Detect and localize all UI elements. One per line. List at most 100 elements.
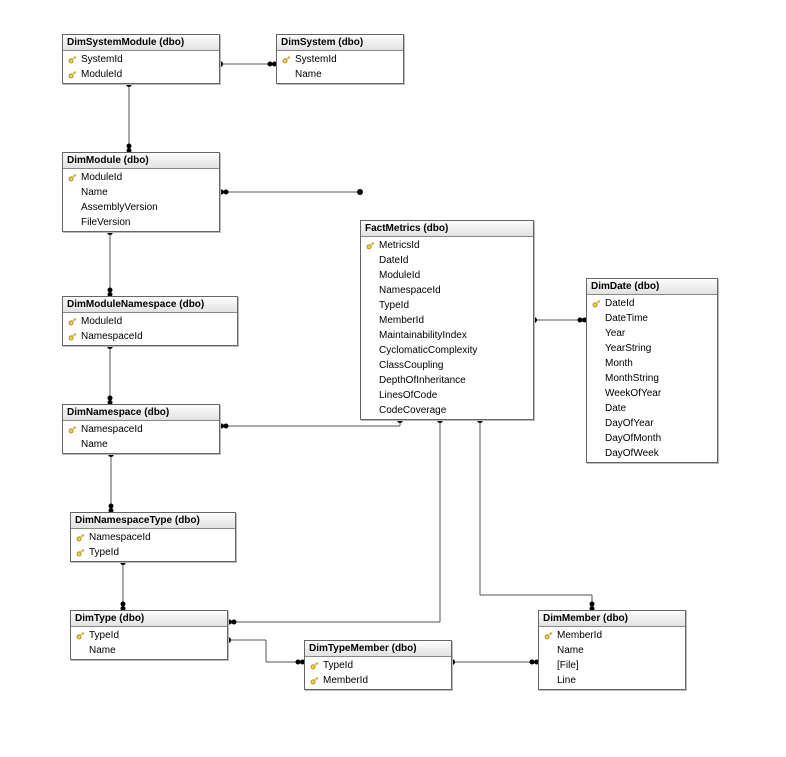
column-name: CyclomaticComplexity bbox=[377, 344, 477, 357]
table-body: MetricsIdDateIdModuleIdNamespaceIdTypeId… bbox=[361, 237, 533, 419]
table-column-row[interactable]: CodeCoverage bbox=[361, 403, 533, 418]
relationship-connector bbox=[120, 559, 126, 611]
column-name: DepthOfInheritance bbox=[377, 374, 466, 387]
table-column-row[interactable]: DayOfMonth bbox=[587, 431, 717, 446]
column-name: Date bbox=[603, 402, 626, 415]
key-icon-empty bbox=[589, 403, 603, 415]
table-header[interactable]: DimModule (dbo) bbox=[63, 153, 219, 169]
column-name: DayOfYear bbox=[603, 417, 654, 430]
relationship-connector bbox=[107, 229, 113, 297]
key-icon bbox=[541, 630, 555, 642]
table-column-row[interactable]: Name bbox=[71, 643, 227, 658]
table-column-row[interactable]: YearString bbox=[587, 341, 717, 356]
table-column-row[interactable]: ModuleId bbox=[361, 268, 533, 283]
table-column-row[interactable]: ModuleId bbox=[63, 170, 219, 185]
table-dimModule[interactable]: DimModule (dbo) ModuleIdNameAssemblyVersi… bbox=[62, 152, 220, 232]
table-column-row[interactable]: FileVersion bbox=[63, 215, 219, 230]
table-column-row[interactable]: NamespaceId bbox=[71, 530, 235, 545]
column-name: YearString bbox=[603, 342, 651, 355]
table-column-row[interactable]: SystemId bbox=[277, 52, 403, 67]
table-column-row[interactable]: DateId bbox=[587, 296, 717, 311]
table-column-row[interactable]: MonthString bbox=[587, 371, 717, 386]
table-column-row[interactable]: NamespaceId bbox=[361, 283, 533, 298]
column-name: MemberId bbox=[321, 674, 368, 687]
table-header[interactable]: DimTypeMember (dbo) bbox=[305, 641, 451, 657]
table-dimTypeMember[interactable]: DimTypeMember (dbo)TypeIdMemberId bbox=[304, 640, 452, 690]
key-icon-empty bbox=[363, 345, 377, 357]
table-column-row[interactable]: MaintainabilityIndex bbox=[361, 328, 533, 343]
table-header[interactable]: DimMember (dbo) bbox=[539, 611, 685, 627]
relationship-connector bbox=[477, 417, 595, 611]
relationship-connector bbox=[126, 81, 132, 153]
table-header[interactable]: DimDate (dbo) bbox=[587, 279, 717, 295]
table-column-row[interactable]: DepthOfInheritance bbox=[361, 373, 533, 388]
table-body: TypeIdName bbox=[71, 627, 227, 659]
table-column-row[interactable]: TypeId bbox=[71, 545, 235, 560]
table-column-row[interactable]: ModuleId bbox=[63, 67, 219, 82]
table-column-row[interactable]: SystemId bbox=[63, 52, 219, 67]
table-column-row[interactable]: DateId bbox=[361, 253, 533, 268]
table-column-row[interactable]: TypeId bbox=[361, 298, 533, 313]
key-icon-empty bbox=[279, 69, 293, 81]
table-dimNamespace[interactable]: DimNamespace (dbo)NamespaceIdName bbox=[62, 404, 220, 454]
table-column-row[interactable]: CyclomaticComplexity bbox=[361, 343, 533, 358]
table-column-row[interactable]: NamespaceId bbox=[63, 422, 219, 437]
table-column-row[interactable]: Date bbox=[587, 401, 717, 416]
column-name: ModuleId bbox=[79, 171, 122, 184]
table-header[interactable]: DimSystemModule (dbo) bbox=[63, 35, 219, 51]
table-header[interactable]: FactMetrics (dbo) bbox=[361, 221, 533, 237]
key-icon-empty bbox=[363, 330, 377, 342]
table-column-row[interactable]: DayOfWeek bbox=[587, 446, 717, 461]
table-column-row[interactable]: DayOfYear bbox=[587, 416, 717, 431]
table-header[interactable]: DimNamespace (dbo) bbox=[63, 405, 219, 421]
key-icon-empty bbox=[589, 373, 603, 385]
table-column-row[interactable]: NamespaceId bbox=[63, 329, 237, 344]
table-column-row[interactable]: Name bbox=[539, 643, 685, 658]
table-column-row[interactable]: [File] bbox=[539, 658, 685, 673]
table-column-row[interactable]: Month bbox=[587, 356, 717, 371]
table-column-row[interactable]: ModuleId bbox=[63, 314, 237, 329]
key-icon-empty bbox=[589, 343, 603, 355]
table-column-row[interactable]: ClassCoupling bbox=[361, 358, 533, 373]
table-header[interactable]: DimModuleNamespace (dbo) bbox=[63, 297, 237, 313]
table-column-row[interactable]: MetricsId bbox=[361, 238, 533, 253]
table-column-row[interactable]: MemberId bbox=[305, 673, 451, 688]
key-icon-empty bbox=[541, 645, 555, 657]
table-dimSystemModule[interactable]: DimSystemModule (dbo)SystemIdModuleId bbox=[62, 34, 220, 84]
table-body: ModuleIdNamespaceId bbox=[63, 313, 237, 345]
table-column-row[interactable]: TypeId bbox=[71, 628, 227, 643]
table-column-row[interactable]: MemberId bbox=[361, 313, 533, 328]
table-dimModuleNamespace[interactable]: DimModuleNamespace (dbo)ModuleIdNamespac… bbox=[62, 296, 238, 346]
key-icon-empty bbox=[363, 360, 377, 372]
table-column-row[interactable]: Name bbox=[63, 437, 219, 452]
table-column-row[interactable]: DateTime bbox=[587, 311, 717, 326]
table-column-row[interactable]: Year bbox=[587, 326, 717, 341]
table-column-row[interactable]: TypeId bbox=[305, 658, 451, 673]
key-icon bbox=[307, 660, 321, 672]
table-header[interactable]: DimNamespaceType (dbo) bbox=[71, 513, 235, 529]
table-column-row[interactable]: LinesOfCode bbox=[361, 388, 533, 403]
table-dimDate[interactable]: DimDate (dbo)DateIdDateTimeYearYearStrin… bbox=[586, 278, 718, 463]
column-name: FileVersion bbox=[79, 216, 130, 229]
column-name: Name bbox=[79, 438, 108, 451]
column-name: MetricsId bbox=[377, 239, 420, 252]
table-column-row[interactable]: Line bbox=[539, 673, 685, 688]
table-column-row[interactable]: AssemblyVersion bbox=[63, 200, 219, 215]
table-dimNamespaceType[interactable]: DimNamespaceType (dbo)NamespaceIdTypeId bbox=[70, 512, 236, 562]
key-icon-empty bbox=[73, 645, 87, 657]
table-column-row[interactable]: WeekOfYear bbox=[587, 386, 717, 401]
table-header[interactable]: DimSystem (dbo) bbox=[277, 35, 403, 51]
table-dimSystem[interactable]: DimSystem (dbo)SystemIdName bbox=[276, 34, 404, 84]
key-icon-empty bbox=[363, 315, 377, 327]
table-column-row[interactable]: Name bbox=[277, 67, 403, 82]
key-icon-empty bbox=[589, 358, 603, 370]
column-name: AssemblyVersion bbox=[79, 201, 158, 214]
table-header[interactable]: DimType (dbo) bbox=[71, 611, 227, 627]
table-column-row[interactable]: Name bbox=[63, 185, 219, 200]
table-factMetrics[interactable]: FactMetrics (dbo)MetricsIdDateIdModuleId… bbox=[360, 220, 534, 420]
table-dimMember[interactable]: DimMember (dbo)MemberIdName[File]Line bbox=[538, 610, 686, 690]
table-column-row[interactable]: MemberId bbox=[539, 628, 685, 643]
table-dimType[interactable]: DimType (dbo)TypeIdName bbox=[70, 610, 228, 660]
key-icon bbox=[73, 547, 87, 559]
key-icon bbox=[65, 69, 79, 81]
